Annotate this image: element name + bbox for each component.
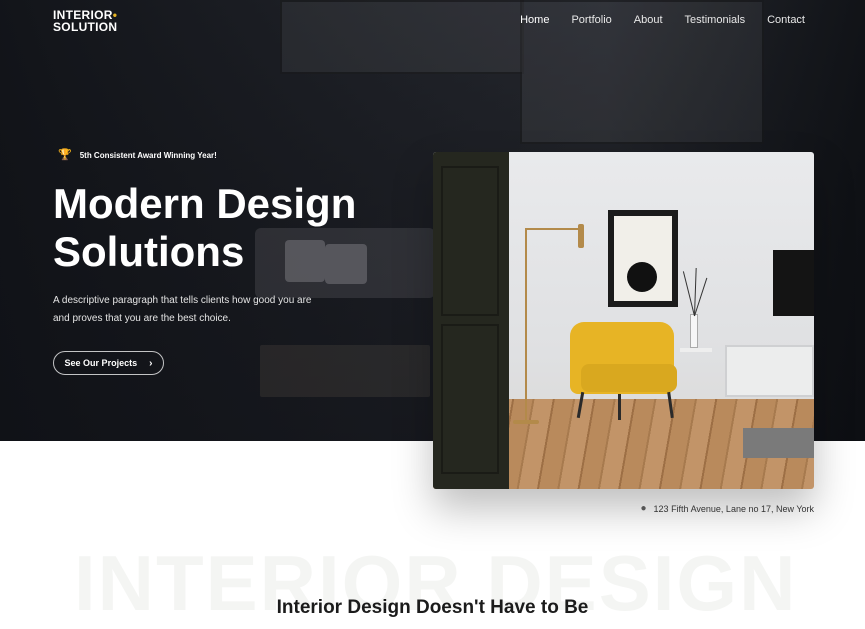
- background-rug: [260, 345, 430, 397]
- wall-tv: [773, 250, 814, 316]
- nav-contact[interactable]: Contact: [767, 14, 805, 26]
- wall-art: [614, 216, 672, 301]
- award-text: 5th Consistent Award Winning Year!: [79, 151, 217, 160]
- location-address: ● 123 Fifth Avenue, Lane no 17, New York: [641, 503, 815, 514]
- background-window: [280, 0, 524, 74]
- wall-art-frame: [608, 210, 678, 307]
- vase: [690, 314, 698, 348]
- nav-portfolio[interactable]: Portfolio: [571, 14, 611, 26]
- about-section-title: Interior Design Doesn't Have to Be: [276, 597, 589, 618]
- logo-text-line2: SOLUTION: [53, 20, 118, 34]
- chevron-right-icon: ›: [149, 357, 153, 369]
- featured-room-image: [433, 152, 814, 489]
- headline-line1: Modern Design: [53, 180, 357, 227]
- art-circle: [627, 262, 657, 292]
- lamp-arm: [525, 228, 582, 230]
- vase-branch: [682, 271, 695, 317]
- dark-door: [433, 152, 509, 489]
- side-table: [680, 348, 712, 352]
- nav-about[interactable]: About: [634, 14, 663, 26]
- award-badge: 🏆 5th Consistent Award Winning Year!: [58, 150, 217, 161]
- headline-line2: Solutions: [53, 228, 245, 275]
- floor-lamp: [525, 230, 527, 422]
- floor-rug: [743, 428, 814, 458]
- tv-cabinet: [725, 345, 814, 397]
- cta-label: See Our Projects: [64, 358, 138, 368]
- hero-headline: Modern Design Solutions: [53, 180, 433, 276]
- nav-home[interactable]: Home: [520, 14, 549, 26]
- nav-testimonials[interactable]: Testimonials: [685, 14, 746, 26]
- brand-logo[interactable]: INTERIOR• SOLUTION: [53, 9, 117, 33]
- hero-description: A descriptive paragraph that tells clien…: [53, 295, 312, 324]
- address-text: 123 Fifth Avenue, Lane no 17, New York: [653, 503, 814, 514]
- main-nav: Home Portfolio About Testimonials Contac…: [520, 14, 805, 26]
- lamp-base: [513, 420, 539, 424]
- lamp-head: [578, 224, 584, 248]
- armchair-leg: [618, 394, 621, 420]
- door-panel: [441, 324, 499, 474]
- see-projects-button[interactable]: See Our Projects ›: [53, 351, 164, 375]
- trophy-icon: 🏆: [58, 149, 72, 161]
- door-panel: [441, 166, 499, 316]
- map-pin-icon: ●: [640, 503, 647, 514]
- armchair-seat: [581, 364, 677, 392]
